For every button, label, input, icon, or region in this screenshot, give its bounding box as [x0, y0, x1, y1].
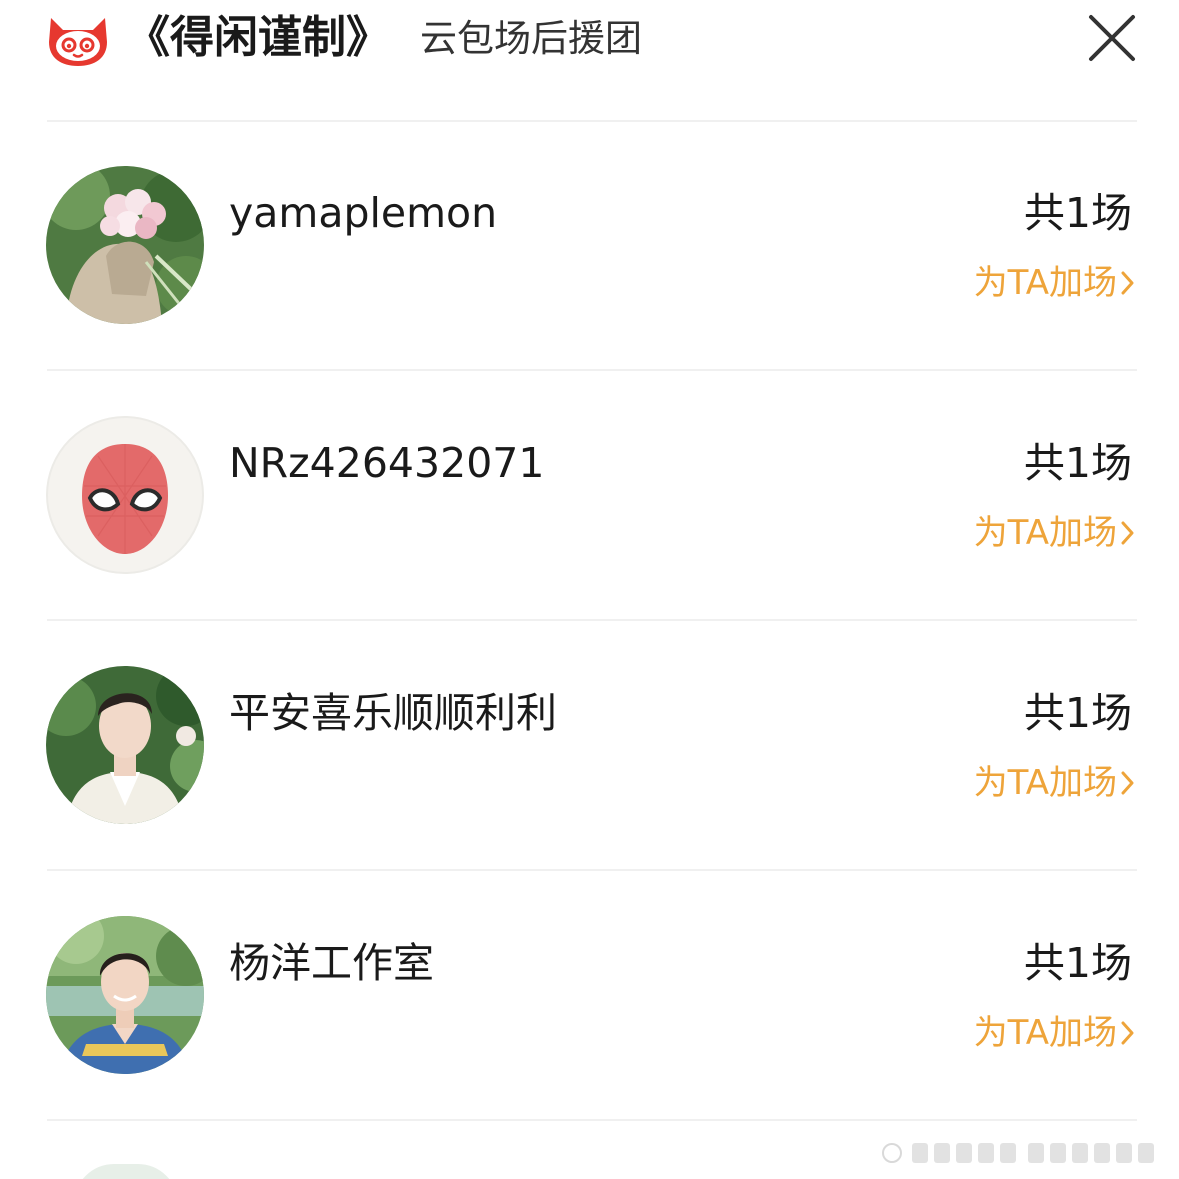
username: yamaplemon [229, 189, 498, 237]
list-item[interactable]: 杨洋工作室 共1场 为TA加场 [0, 916, 1179, 1116]
list-item[interactable]: yamaplemon 共1场 为TA加场 [0, 166, 1179, 366]
avatar [74, 1164, 178, 1179]
chevron-right-icon [1121, 521, 1134, 545]
session-count: 共1场 [1023, 939, 1132, 987]
divider [47, 120, 1137, 122]
avatar [46, 416, 204, 574]
list-item[interactable]: NRz426432071 共1场 为TA加场 [0, 416, 1179, 616]
session-count: 共1场 [1023, 189, 1132, 237]
man-smiling-avatar [46, 916, 204, 1074]
session-count: 共1场 [1023, 439, 1132, 487]
close-icon [1089, 15, 1135, 61]
avatar [46, 166, 204, 324]
divider [47, 1119, 1137, 1121]
divider [47, 369, 1137, 371]
chevron-right-icon [1121, 771, 1134, 795]
watermark [882, 1143, 1154, 1163]
page-subtitle: 云包场后援团 [420, 17, 642, 60]
chevron-right-icon [1121, 271, 1134, 295]
page-title: 《得闲谨制》 [126, 12, 390, 63]
divider [47, 869, 1137, 871]
avatar [46, 666, 204, 824]
header: 《得闲谨制》 云包场后援团 [0, 0, 1179, 80]
flowers-bouquet-avatar [46, 166, 204, 324]
divider [47, 619, 1137, 621]
add-session-label: 为TA加场 [973, 1013, 1117, 1053]
username: 平安喜乐顺顺利利 [229, 689, 557, 737]
add-session-label: 为TA加场 [973, 263, 1117, 303]
username: 杨洋工作室 [229, 939, 434, 987]
add-session-label: 为TA加场 [973, 513, 1117, 553]
chevron-right-icon [1121, 1021, 1134, 1045]
add-session-link[interactable]: 为TA加场 [974, 1011, 1135, 1055]
add-session-link[interactable]: 为TA加场 [974, 511, 1135, 555]
close-button[interactable] [1082, 8, 1142, 68]
add-session-link[interactable]: 为TA加场 [974, 261, 1135, 305]
session-count: 共1场 [1023, 689, 1132, 737]
avatar [46, 916, 204, 1074]
cat-face-icon [45, 8, 111, 68]
add-session-link[interactable]: 为TA加场 [974, 761, 1135, 805]
list-item[interactable]: 平安喜乐顺顺利利 共1场 为TA加场 [0, 666, 1179, 866]
username: NRz426432071 [229, 439, 545, 487]
spiderman-mask-avatar [46, 416, 204, 574]
man-portrait-avatar [46, 666, 204, 824]
page: 《得闲谨制》 云包场后援团 yamaplemon 共1场 为TA加场 NRz42… [0, 0, 1179, 1179]
add-session-label: 为TA加场 [973, 763, 1117, 803]
